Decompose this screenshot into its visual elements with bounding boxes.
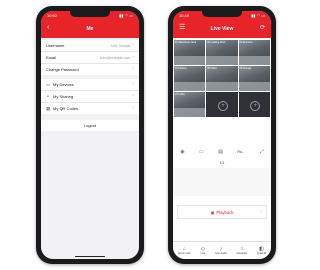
camera-name: 07 Lobby: [175, 93, 185, 96]
home-indicator: [75, 255, 105, 257]
chevron-right-icon: ›: [260, 208, 262, 215]
settings-list: Username John Sample › Email John@example.co…: [41, 40, 139, 131]
camera-name: 04 Parking: [175, 67, 187, 70]
camera-feed-floor: [174, 108, 206, 117]
camera-cell[interactable]: 01 Warehouse Area: [174, 40, 206, 65]
chevron-right-icon: ›: [132, 81, 134, 87]
row-label: My QR Codes: [53, 106, 79, 111]
live-controls: ◉ ▭ ▤ Flu... ⤢: [173, 146, 271, 158]
me-screen: 10:52 ▮▮ ◠ ▭ ‹ Me Username John Sample › Em…: [41, 11, 139, 259]
notch: [202, 11, 242, 17]
chevron-right-icon: ›: [132, 54, 134, 60]
split-icon[interactable]: ▤: [218, 149, 223, 155]
menu-row[interactable]: ▦ My QR Codes ›: [41, 103, 139, 114]
refresh-icon[interactable]: ⟳: [260, 25, 265, 31]
snapshot-icon[interactable]: ◉: [180, 149, 184, 155]
camera-cell[interactable]: 04 Parking: [174, 66, 206, 91]
camera-cell[interactable]: 06 Storage: [238, 66, 270, 91]
camera-name: 01 Warehouse Area: [175, 41, 197, 44]
page-indicator: 1/1: [219, 161, 225, 165]
playback-label: Playback: [216, 209, 234, 215]
playback-icon: ▣: [210, 209, 215, 215]
chevron-right-icon: ›: [132, 105, 134, 111]
chevron-right-icon: ›: [132, 93, 134, 99]
tab-label: Home Cam: [177, 252, 191, 255]
menu-group: ▭ My Devices › ⚬ My Sharing › ▦ My QR Codes ›: [41, 79, 139, 114]
menu-row[interactable]: ⚬ My Sharing ›: [41, 91, 139, 103]
status-icons: ▮▮ ◠ ▭: [119, 13, 133, 18]
account-row[interactable]: Email John@example.com ›: [41, 52, 139, 64]
tab-label: Live: [200, 252, 206, 255]
camera-name: 03 Entrance: [239, 41, 253, 44]
chevron-right-icon: ›: [132, 42, 134, 48]
tab-bar: ⌂ Home Cam ◇ Live ♪ Live Audio ☆ Favorites ◧ Quad…: [173, 241, 271, 259]
page-title: Me: [86, 26, 94, 32]
live-view-screen: 10:49 ▮▮ ◠ ▭ ☰ Live View ⟳ 01 Warehouse …: [173, 11, 271, 259]
playback-button[interactable]: ▣ Playback ›: [177, 205, 267, 219]
add-camera-icon[interactable]: +: [217, 100, 228, 111]
camera-cell[interactable]: 07 Lobby: [174, 92, 206, 117]
status-time: 10:49: [179, 13, 190, 18]
menu-icon: ⚬: [46, 93, 50, 99]
row-label: My Devices: [53, 82, 74, 87]
left-phone: 10:52 ▮▮ ◠ ▭ ‹ Me Username John Sample › Em…: [36, 6, 144, 264]
account-group: Username John Sample › Email John@example.co…: [41, 40, 139, 75]
quality-selector[interactable]: Flu...: [237, 150, 245, 154]
row-label: Change Password: [46, 67, 79, 72]
control-panel: [173, 168, 271, 196]
chevron-right-icon: ›: [132, 66, 134, 72]
account-row[interactable]: Username John Sample ›: [41, 40, 139, 52]
camera-cell[interactable]: 03 Entrance: [238, 40, 270, 65]
camera-cell[interactable]: 02 Loading Dock: [206, 40, 238, 65]
notch: [70, 11, 110, 17]
status-icons: ▮▮ ◠ ▭: [251, 13, 265, 18]
right-phone: 10:49 ▮▮ ◠ ▭ ☰ Live View ⟳ 01 Warehouse …: [168, 6, 276, 264]
tab-label: Quad M: [256, 252, 267, 255]
camera-grid: 01 Warehouse Area 02 Loading Dock 03 Entra…: [174, 40, 270, 117]
status-time: 10:52: [47, 13, 58, 18]
tab-item[interactable]: ♪ Live Audio: [215, 246, 227, 255]
camera-feed-floor: [206, 82, 238, 91]
camera-feed-floor: [174, 56, 206, 65]
camera-cell-empty[interactable]: +: [206, 92, 238, 117]
camera-cell-empty[interactable]: +: [238, 92, 270, 117]
tab-item[interactable]: ⌂ Home Cam: [178, 246, 191, 255]
camera-name: 06 Storage: [239, 67, 252, 70]
camera-name: 05 Office: [207, 67, 217, 70]
page-title: Live View: [210, 26, 234, 32]
row-label: My Sharing: [53, 94, 74, 99]
account-row[interactable]: Change Password ›: [41, 64, 139, 75]
add-camera-icon[interactable]: +: [250, 100, 261, 111]
camera-name: 02 Loading Dock: [207, 41, 226, 44]
camera-feed-floor: [238, 56, 270, 65]
tab-label: Live Audio: [214, 252, 227, 255]
camera-feed-floor: [174, 82, 206, 91]
tab-label: Favorites: [236, 252, 248, 255]
row-value: John@example.com: [99, 55, 131, 60]
row-label: Email: [46, 55, 57, 60]
logout-button[interactable]: Logout: [41, 120, 139, 131]
tab-item[interactable]: ◧ Quad M: [257, 246, 266, 255]
fullscreen-icon[interactable]: ⤢: [260, 149, 264, 155]
row-value: John Sample: [110, 43, 131, 48]
menu-icon: ▭: [46, 81, 51, 87]
camera-cell[interactable]: 05 Office: [206, 66, 238, 91]
camera-feed-floor: [238, 82, 270, 91]
menu-icon: ▦: [46, 105, 51, 111]
menu-row[interactable]: ▭ My Devices ›: [41, 79, 139, 91]
tab-item[interactable]: ◇ Live: [201, 246, 206, 255]
record-icon[interactable]: ▭: [199, 149, 204, 155]
row-label: Username: [46, 43, 65, 48]
camera-feed-floor: [206, 56, 238, 65]
tab-item[interactable]: ☆ Favorites: [237, 246, 248, 255]
